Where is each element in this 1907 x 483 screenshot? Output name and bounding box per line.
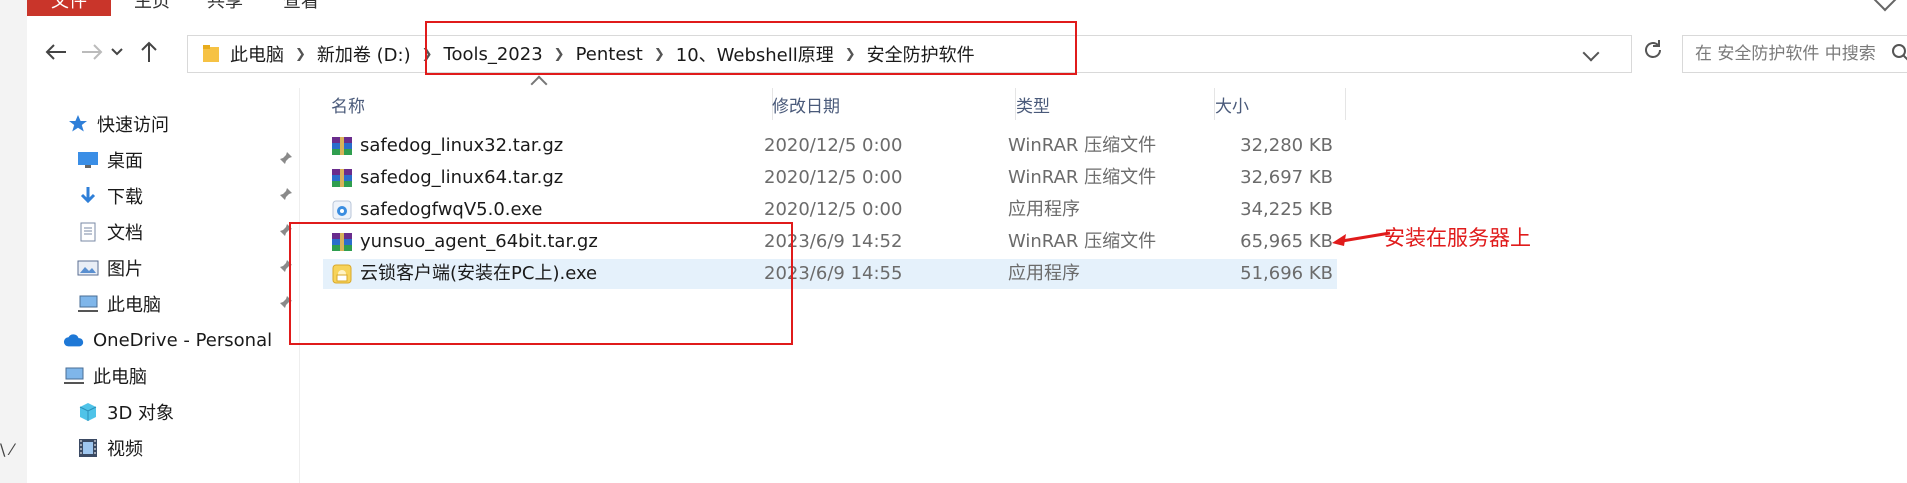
folder-icon [203,45,219,62]
breadcrumb-drive-d[interactable]: 新加卷 (D:) [317,41,411,67]
file-size: 34,225 KB [1240,199,1333,220]
tab-home[interactable]: 主页 [134,0,170,16]
sidebar-item-label: 图片 [107,259,143,280]
up-arrow-icon [141,41,157,62]
archive-icon [332,169,352,187]
exe-icon [332,200,352,220]
sidebar-item-this-pc[interactable]: 此电脑 [63,359,147,393]
sidebar-item-label: 此电脑 [93,367,147,388]
file-date: 2020/12/5 0:00 [764,135,903,156]
star-icon [67,114,89,134]
desktop-icon [77,150,99,170]
chevron-right-icon[interactable]: ❯ [295,47,306,62]
sidebar-item-label: 3D 对象 [107,403,175,424]
back-arrow-icon [45,44,66,60]
download-icon [77,186,99,206]
file-row[interactable]: safedog_linux32.tar.gz 2020/12/5 0:00 Wi… [323,131,1337,161]
ribbon: 文件 主页 共享 查看 [27,0,1907,16]
pin-icon[interactable] [279,151,293,165]
back-button[interactable] [41,37,71,67]
file-name: safedog_linux64.tar.gz [360,167,564,188]
sidebar-item-this-pc-pinned[interactable]: 此电脑 [77,287,161,321]
search-input[interactable] [1683,36,1882,72]
column-header-size[interactable]: 大小 [1207,88,1346,120]
refresh-icon [1645,40,1661,58]
file-size: 32,697 KB [1240,167,1333,188]
sidebar-item-label: OneDrive - Personal [93,329,273,351]
file-row[interactable]: safedog_linux64.tar.gz 2020/12/5 0:00 Wi… [323,163,1337,193]
file-type: WinRAR 压缩文件 [1008,231,1157,252]
sidebar-item-videos[interactable]: 视频 [77,431,143,465]
sidebar-item-pictures[interactable]: 图片 [77,251,143,285]
sidebar-item-label: 视频 [107,439,143,460]
cube-icon [77,402,99,422]
column-header-date[interactable]: 修改日期 [764,88,1016,120]
sidebar-item-label: 下载 [107,187,143,208]
column-header-name[interactable]: 名称 [323,88,773,120]
computer-icon [77,294,99,314]
video-icon [77,438,99,458]
sidebar-item-desktop[interactable]: 桌面 [77,143,143,177]
search-box[interactable] [1682,35,1907,73]
archive-icon [332,137,352,155]
recent-locations-button[interactable] [108,37,126,67]
sidebar-item-label: 快速访问 [97,115,169,136]
sidebar-item-quick-access[interactable]: 快速访问 [67,107,169,141]
sidebar-item-label: 桌面 [107,151,143,172]
file-type: 应用程序 [1008,199,1080,220]
sidebar-item-3d-objects[interactable]: 3D 对象 [77,395,174,429]
sidebar-item-documents[interactable]: 文档 [77,215,143,249]
file-name: safedog_linux32.tar.gz [360,135,564,156]
annotation-text: 安装在服务器上 [1384,226,1531,250]
ribbon-expand-chevron-icon[interactable] [1873,0,1897,12]
file-size: 32,280 KB [1240,135,1333,156]
pin-icon[interactable] [279,187,293,201]
file-type: WinRAR 压缩文件 [1008,135,1157,156]
background-window-strip: \ ⁄ [0,0,28,483]
cloud-icon [63,330,85,350]
file-type: WinRAR 压缩文件 [1008,167,1157,188]
file-date: 2020/12/5 0:00 [764,199,903,220]
navigation-pane: 快速访问 桌面 下载 文档 图片 此电脑 OneDrive - Personal… [27,88,300,483]
forward-arrow-icon [82,44,103,60]
tab-file[interactable]: 文件 [27,0,111,16]
chevron-down-icon [111,48,123,56]
file-size: 51,696 KB [1240,263,1333,284]
annotation-box-files [289,222,793,345]
forward-button[interactable] [77,37,107,67]
computer-icon [63,366,85,386]
sidebar-item-downloads[interactable]: 下载 [77,179,143,213]
file-type: 应用程序 [1008,263,1080,284]
file-date: 2020/12/5 0:00 [764,167,903,188]
refresh-button[interactable] [1642,39,1674,71]
up-button[interactable] [134,37,164,67]
sidebar-item-label: 此电脑 [107,295,161,316]
file-size: 65,965 KB [1240,231,1333,252]
tab-view[interactable]: 查看 [283,0,319,16]
picture-icon [77,258,99,278]
search-icon[interactable] [1890,42,1907,64]
background-text-fragment: \ ⁄ [0,440,14,459]
annotation-arrow-icon [1332,231,1391,246]
address-history-chevron-icon[interactable] [1582,44,1600,62]
file-name: safedogfwqV5.0.exe [360,199,543,220]
document-icon [77,222,99,242]
sidebar-item-label: 文档 [107,223,143,244]
column-header-type[interactable]: 类型 [1008,88,1215,120]
tab-share[interactable]: 共享 [207,0,243,16]
sidebar-item-onedrive[interactable]: OneDrive - Personal [63,323,272,357]
file-row[interactable]: safedogfwqV5.0.exe 2020/12/5 0:00 应用程序 3… [323,195,1337,225]
annotation-box-path [425,21,1077,75]
breadcrumb-this-pc[interactable]: 此电脑 [230,41,284,67]
